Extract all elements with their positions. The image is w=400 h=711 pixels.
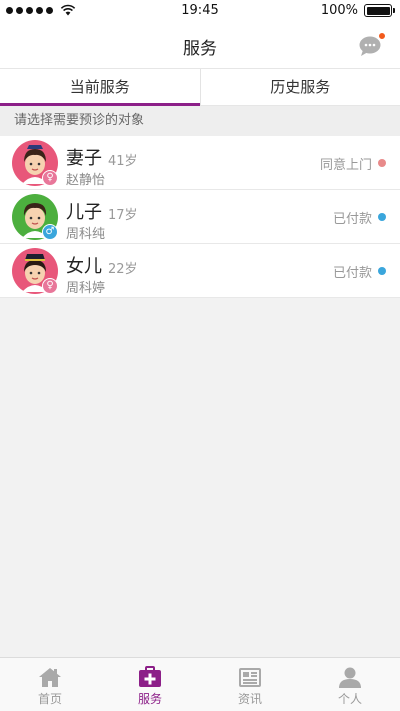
tabbar-service[interactable]: 服务 xyxy=(100,658,200,711)
patient-age: 41岁 xyxy=(108,154,138,169)
tabbar-label: 个人 xyxy=(337,692,362,706)
service-tabs: 当前服务 历史服务 xyxy=(0,68,400,106)
battery-indicator: 100% xyxy=(320,3,395,18)
status-dot xyxy=(378,159,386,167)
section-label: 请选择需要预诊的对象 xyxy=(0,106,400,136)
news-icon xyxy=(239,668,261,687)
status-bar: 19:45 100% xyxy=(0,0,400,22)
status-text: 同意上门 xyxy=(319,158,372,173)
avatar: ♀ xyxy=(12,140,58,186)
tab-history-services[interactable]: 历史服务 xyxy=(199,69,400,105)
nav-bar: 服务 xyxy=(0,22,400,68)
status-dot xyxy=(378,213,386,221)
male-icon: ♂ xyxy=(42,224,58,240)
patient-age: 17岁 xyxy=(108,208,138,223)
bottom-tab-bar: 首页 服务 资讯 个人 xyxy=(0,657,400,711)
patient-item-daughter[interactable]: ♀ 女儿 22岁 周科婷 已付款 xyxy=(0,244,400,298)
tabbar-news[interactable]: 资讯 xyxy=(200,658,300,711)
page-title: 服务 xyxy=(183,39,217,59)
person-icon xyxy=(339,667,361,688)
tabbar-label: 首页 xyxy=(37,692,62,706)
patient-relation: 儿子 xyxy=(66,202,102,223)
battery-fill xyxy=(366,6,390,15)
status-text: 已付款 xyxy=(332,212,372,227)
tab-current-services[interactable]: 当前服务 xyxy=(0,69,200,106)
patient-relation: 妻子 xyxy=(66,148,102,169)
patient-item-son[interactable]: ♂ 儿子 17岁 周科纯 已付款 xyxy=(0,190,400,244)
notification-dot xyxy=(378,32,386,40)
patient-list: ♀ 妻子 41岁 赵静怡 同意上门 ♂ 儿子 17岁 周科纯 已付款 ♀ 女儿 … xyxy=(0,136,400,298)
patient-name: 周科婷 xyxy=(66,281,106,296)
battery-percent: 100% xyxy=(320,3,358,18)
patient-age: 22岁 xyxy=(108,262,138,277)
status-text: 已付款 xyxy=(332,266,372,281)
message-button[interactable] xyxy=(358,32,386,57)
tabbar-profile[interactable]: 个人 xyxy=(300,658,400,711)
avatar: ♂ xyxy=(12,194,58,240)
home-icon xyxy=(39,668,61,687)
patient-item-wife[interactable]: ♀ 妻子 41岁 赵静怡 同意上门 xyxy=(0,136,400,190)
patient-name: 周科纯 xyxy=(66,227,106,242)
tabbar-label: 服务 xyxy=(137,692,162,706)
female-icon: ♀ xyxy=(42,278,58,294)
female-icon: ♀ xyxy=(42,170,58,186)
tabbar-home[interactable]: 首页 xyxy=(0,658,100,711)
battery-icon xyxy=(364,4,395,17)
medical-kit-icon xyxy=(139,666,161,687)
patient-name: 赵静怡 xyxy=(66,173,106,188)
patient-relation: 女儿 xyxy=(66,256,102,277)
avatar: ♀ xyxy=(12,248,58,294)
status-dot xyxy=(378,267,386,275)
tabbar-label: 资讯 xyxy=(237,692,262,706)
